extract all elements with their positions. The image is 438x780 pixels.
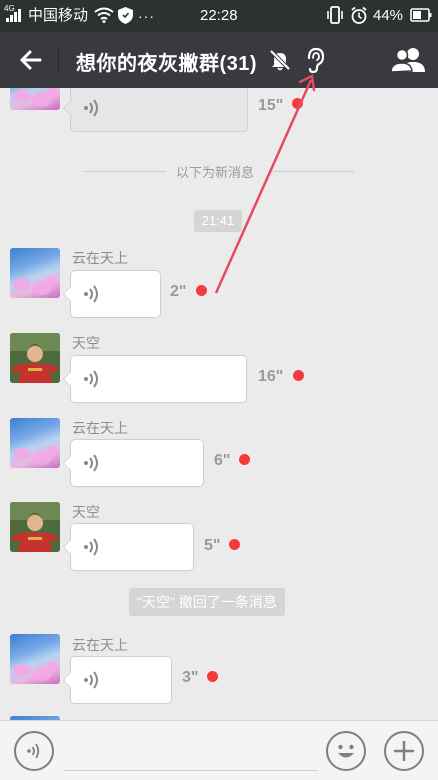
header-divider	[58, 46, 59, 74]
voice-wave-icon	[84, 538, 98, 556]
unplayed-dot	[239, 454, 250, 465]
new-messages-divider: 以下为新消息	[176, 165, 255, 180]
plus-icon	[394, 741, 414, 761]
message-input-field[interactable]	[64, 770, 318, 771]
voice-wave-icon	[84, 99, 98, 117]
voice-duration: 6"	[214, 452, 231, 469]
chat-input-bar	[0, 720, 438, 780]
back-arrow-icon[interactable]	[12, 44, 46, 76]
voice-message-bubble[interactable]	[63, 523, 194, 571]
wifi-icon	[94, 7, 114, 23]
chat-header: 想你的夜灰撇群(31)	[0, 32, 438, 88]
carrier-label: 中国移动	[28, 7, 89, 24]
emoji-button[interactable]	[326, 731, 366, 771]
divider-line	[272, 171, 354, 172]
recall-notice: "天空" 撤回了一条消息	[129, 588, 285, 616]
voice-wave-icon	[84, 370, 98, 388]
vibrate-icon	[327, 6, 343, 24]
signal-icon	[6, 8, 24, 22]
unplayed-dot	[293, 370, 304, 381]
voice-input-button[interactable]	[14, 731, 54, 771]
chat-title: 想你的夜灰撇群(31)	[76, 53, 258, 75]
sender-name: 云在天上	[72, 250, 128, 266]
voice-duration: 2"	[170, 283, 187, 300]
sender-name: 天空	[72, 504, 100, 520]
voice-input-icon	[27, 743, 40, 759]
alarm-icon	[351, 6, 367, 24]
battery-icon	[410, 8, 432, 22]
mute-bell-icon	[269, 49, 291, 71]
voice-wave-icon	[84, 671, 98, 689]
group-members-icon[interactable]	[390, 44, 428, 76]
voice-duration: 3"	[182, 669, 199, 686]
voice-message-bubble[interactable]	[63, 355, 247, 403]
divider-line	[84, 171, 166, 172]
voice-wave-icon	[84, 285, 98, 303]
unplayed-dot	[229, 539, 240, 550]
unplayed-dot	[196, 285, 207, 296]
add-more-button[interactable]	[384, 731, 424, 771]
timestamp-chip: 21:41	[194, 210, 242, 232]
shield-icon	[118, 7, 133, 24]
voice-duration: 15"	[258, 97, 284, 114]
status-time: 22:28	[200, 7, 238, 24]
more-notifications-indicator: ···	[138, 8, 155, 24]
voice-duration: 16"	[258, 368, 284, 385]
unplayed-dot	[207, 671, 218, 682]
avatar[interactable]	[10, 634, 60, 684]
voice-message-bubble[interactable]	[63, 270, 161, 318]
voice-duration: 5"	[204, 537, 221, 554]
chat-message-list[interactable]: 15" 以下为新消息 21:41 云在天上 2" 天空 16" 云在天上 6" …	[0, 88, 438, 720]
voice-wave-icon	[84, 454, 98, 472]
voice-message-bubble[interactable]	[63, 656, 172, 704]
unplayed-dot	[292, 98, 303, 109]
status-bar: 4G 中国移动 ··· 22:28 44%	[0, 0, 438, 32]
voice-message-bubble[interactable]	[63, 439, 204, 487]
sender-name: 云在天上	[72, 637, 128, 653]
sender-name: 天空	[72, 335, 100, 351]
avatar[interactable]	[10, 418, 60, 468]
avatar[interactable]	[10, 502, 60, 552]
avatar[interactable]	[10, 333, 60, 383]
ear-icon[interactable]	[302, 46, 328, 74]
emoji-icon	[338, 744, 354, 758]
avatar[interactable]	[10, 248, 60, 298]
sender-name: 云在天上	[72, 420, 128, 436]
avatar[interactable]	[10, 88, 60, 110]
battery-percent: 44%	[373, 7, 404, 24]
voice-message-bubble[interactable]	[63, 88, 248, 132]
